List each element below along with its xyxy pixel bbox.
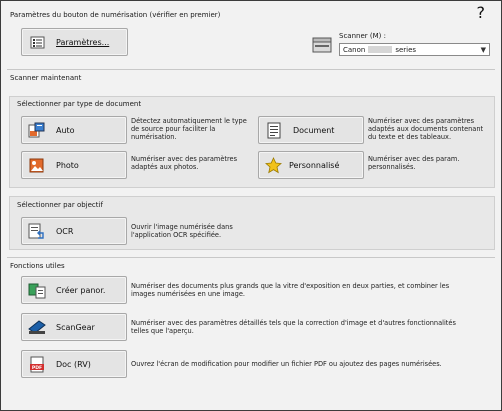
ocr-description: Ouvrir l'image numérisée dans l'applicat…: [131, 223, 233, 239]
ocr-button-label: OCR: [56, 227, 74, 236]
utilities-title: Fonctions utiles: [10, 262, 65, 270]
scanner-value-suffix: series: [395, 45, 417, 54]
doc-rv-button[interactable]: PDF Doc (RV): [21, 350, 127, 378]
scangear-button-label: ScanGear: [56, 323, 95, 332]
photo-icon: [29, 158, 44, 173]
scangear-button[interactable]: ScanGear: [21, 313, 127, 341]
stitch-icon: [28, 283, 46, 299]
svg-text:PDF: PDF: [32, 365, 42, 371]
custom-button[interactable]: Personnalisé: [258, 151, 364, 179]
auto-button-label: Auto: [56, 126, 75, 135]
scangear-description: Numériser avec des paramètres détaillés …: [131, 319, 456, 335]
scanner-select[interactable]: Canon series ▼: [339, 43, 490, 56]
divider: [7, 257, 495, 258]
scan-button-settings-title: Paramètres du bouton de numérisation (vé…: [10, 11, 221, 19]
panorama-button-label: Créer panor.: [56, 286, 106, 295]
document-button[interactable]: Document: [258, 116, 364, 144]
scan-now-title: Scanner maintenant: [10, 74, 82, 82]
help-icon[interactable]: ?: [477, 3, 486, 22]
ocr-button[interactable]: OCR: [21, 217, 127, 245]
panorama-description: Numériser des documents plus grands que …: [131, 282, 450, 298]
photo-button-label: Photo: [56, 161, 79, 170]
settings-list-icon: [30, 36, 45, 49]
panorama-button[interactable]: Créer panor.: [21, 276, 127, 304]
divider: [7, 69, 495, 70]
photo-description: Numériser avec des paramètres adaptés au…: [131, 155, 238, 171]
scanner-model-mask: [368, 46, 393, 53]
scanner-label: Scanner (M) :: [339, 32, 386, 40]
settings-button[interactable]: Paramètres...: [21, 28, 128, 56]
document-description: Numériser avec des paramètres adaptés au…: [368, 117, 484, 141]
settings-button-label: Paramètres...: [56, 38, 110, 47]
doc-type-title: Sélectionner par type de document: [17, 100, 142, 108]
auto-button[interactable]: Auto: [21, 116, 127, 144]
photo-button[interactable]: Photo: [21, 151, 127, 179]
scanner-value-prefix: Canon: [343, 45, 366, 54]
custom-description: Numériser avec des param. personnalisés.: [368, 155, 460, 171]
objective-title: Sélectionner par objectif: [17, 201, 103, 209]
star-icon: [265, 157, 282, 174]
scangear-icon: [28, 320, 46, 334]
auto-scan-icon: [28, 122, 45, 138]
document-icon: [267, 122, 281, 139]
document-button-label: Document: [293, 126, 335, 135]
pdf-icon: PDF: [30, 356, 44, 373]
chevron-down-icon: ▼: [480, 46, 486, 54]
doc-rv-button-label: Doc (RV): [56, 360, 91, 369]
auto-description: Détectez automatiquement le type de sour…: [131, 117, 247, 141]
scan-settings-window: Paramètres du bouton de numérisation (vé…: [0, 0, 502, 411]
doc-rv-description: Ouvrez l'écran de modification pour modi…: [131, 360, 442, 368]
ocr-icon: [28, 223, 44, 239]
scanner-device-icon: [312, 37, 332, 53]
custom-button-label: Personnalisé: [289, 161, 340, 170]
